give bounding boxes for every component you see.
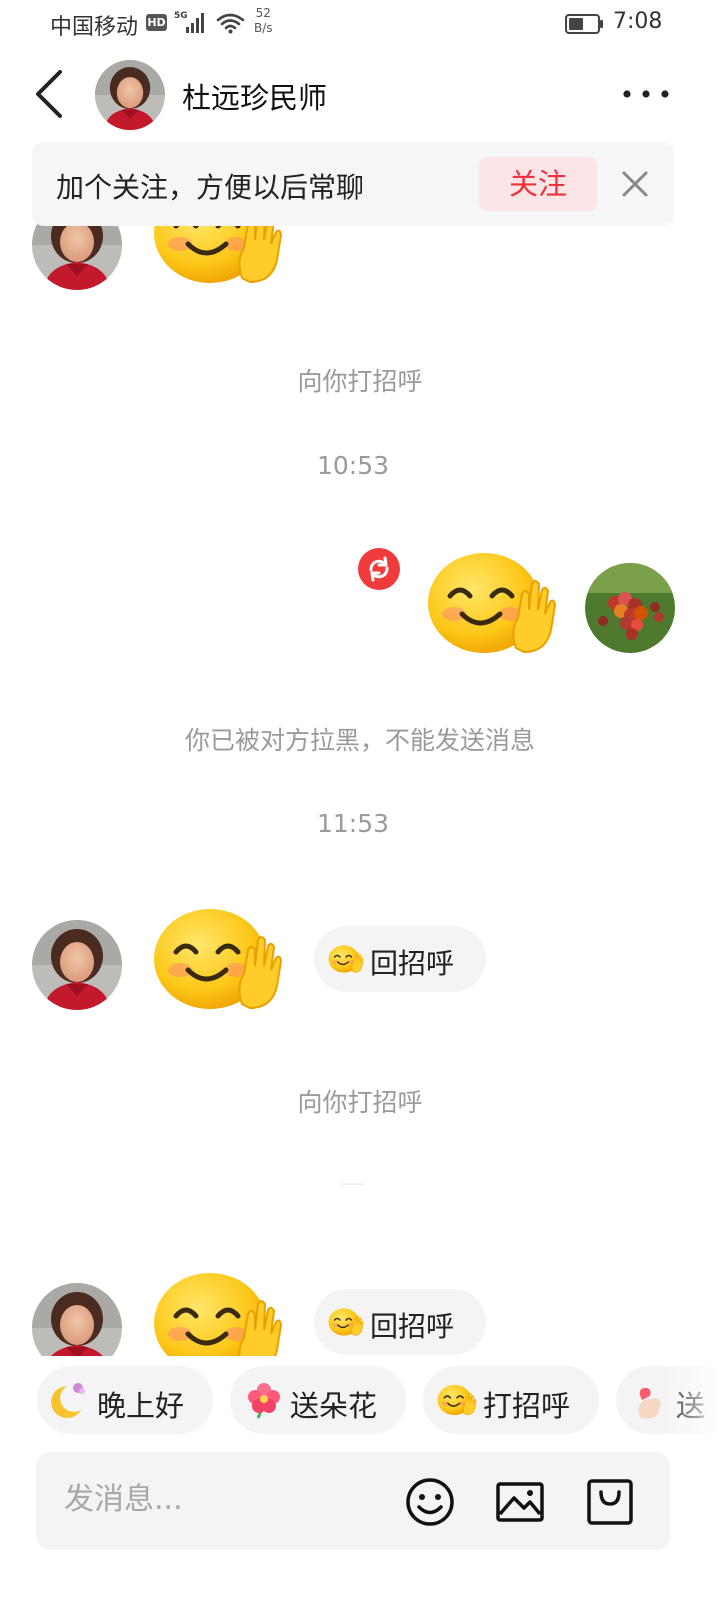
speed-unit: B/s (254, 21, 273, 35)
moon-icon (51, 1383, 85, 1418)
wave-emoji-sticker[interactable] (152, 1268, 284, 1356)
header-avatar-image (95, 60, 165, 130)
back-arrow-icon[interactable] (28, 66, 72, 122)
timestamp: 10:53 (316, 451, 390, 480)
status-bar: 中国移动 HD 5G 52 B/s 7:08 (0, 0, 720, 48)
quick-reply-label: 晚上好 (97, 1389, 185, 1423)
contact-avatar[interactable] (32, 920, 122, 1010)
system-message: 你已被对方拉黑，不能发送消息 (184, 726, 535, 755)
contact-avatar[interactable] (32, 1283, 122, 1356)
system-message: 向你打招呼 (297, 1088, 423, 1117)
quick-reply-say-hi[interactable]: 打招呼 (423, 1366, 599, 1434)
contact-avatar-image (32, 920, 122, 1010)
timestamp: 11:53 (316, 809, 390, 838)
battery-icon (565, 14, 603, 34)
wave-emoji-icon (437, 1380, 477, 1420)
quick-reply-bar[interactable]: 晚上好 送朵花 打招呼 送 (0, 1360, 720, 1440)
my-avatar-image (585, 563, 675, 653)
quick-reply-send-flower[interactable]: 送朵花 (230, 1366, 406, 1434)
network-type: 5G (174, 11, 188, 21)
my-avatar[interactable] (585, 563, 675, 653)
follow-button[interactable]: 关注 (479, 157, 597, 211)
wave-emoji-icon (328, 1304, 364, 1340)
chat-header: 杜远珍民师 (0, 48, 720, 140)
quick-reply-label: 打招呼 (483, 1389, 571, 1423)
carrier-name: 中国移动 (50, 15, 139, 40)
clock: 7:08 (613, 9, 663, 34)
close-icon[interactable] (617, 166, 653, 202)
flower-icon (248, 1383, 280, 1419)
wave-emoji-icon (328, 941, 364, 977)
wave-emoji-sticker[interactable] (426, 548, 558, 658)
message-input[interactable] (64, 1482, 384, 1517)
reply-greeting-label: 回招呼 (370, 1310, 455, 1343)
contact-avatar-image (32, 1283, 122, 1356)
follow-prompt-text: 加个关注，方便以后常聊 (56, 171, 365, 204)
follow-banner: 加个关注，方便以后常聊 关注 (32, 142, 674, 226)
header-avatar[interactable] (95, 60, 165, 130)
more-options-icon[interactable] (618, 80, 674, 108)
wave-emoji-sticker[interactable] (152, 904, 284, 1014)
shopping-bag-icon[interactable] (584, 1476, 636, 1528)
signal-icon: 5G (174, 11, 204, 33)
quick-reply-label: 送朵花 (290, 1389, 378, 1423)
wifi-icon (216, 13, 245, 34)
scroll-fade (660, 1360, 720, 1440)
reply-greeting-label: 回招呼 (370, 947, 455, 980)
resend-icon[interactable] (358, 548, 400, 590)
image-icon[interactable] (494, 1476, 546, 1528)
emoji-icon[interactable] (404, 1476, 456, 1528)
system-message: 向你打招呼 (297, 367, 423, 396)
reply-greeting-button[interactable]: 回招呼 (314, 926, 486, 992)
reply-greeting-button[interactable]: 回招呼 (314, 1289, 486, 1355)
network-speed: 52 B/s (254, 6, 273, 36)
speed-value: 52 (255, 6, 271, 20)
message-input-bar (36, 1452, 670, 1550)
contact-name[interactable]: 杜远珍民师 (182, 75, 327, 117)
faded-timestamp: — (340, 1168, 366, 1197)
quick-reply-good-evening[interactable]: 晚上好 (37, 1366, 213, 1434)
hd-badge: HD (146, 14, 167, 31)
